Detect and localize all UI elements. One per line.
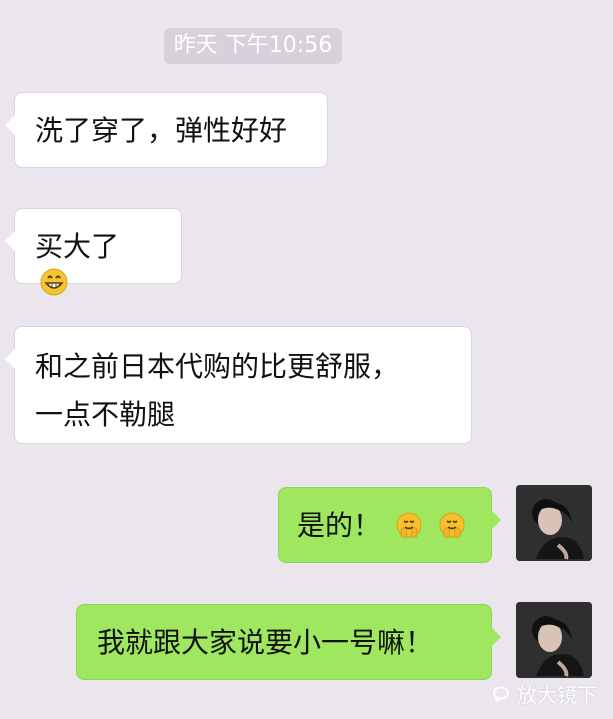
message-text: 洗了穿了，弹性好好 [35, 114, 288, 147]
avatar[interactable] [516, 485, 592, 561]
message-bubble-incoming[interactable]: 和之前日本代购的比更舒服， 一点不勒腿 [5, 326, 472, 444]
avatar[interactable] [516, 602, 592, 678]
message-bubble-outgoing[interactable]: 是的！ [278, 487, 501, 563]
chat-bubble-icon [493, 686, 509, 702]
user-avatar-icon [516, 485, 592, 561]
message-text: 是的！ [297, 509, 382, 542]
message-bubble-incoming[interactable]: 洗了穿了，弹性好好 [5, 92, 328, 168]
message-text-line-2: 一点不勒腿 [35, 398, 176, 431]
facepalm-emoji-icon [439, 512, 465, 538]
message-bubble-incoming[interactable]: 买大了 [5, 208, 182, 296]
message-text-line-1: 和之前日本代购的比更舒服， [35, 350, 400, 383]
grinning-face-emoji-icon [40, 268, 68, 296]
timestamp-pill: 昨天 下午10:56 [164, 28, 342, 64]
watermark: 放大镜下 [493, 679, 597, 708]
facepalm-emoji-icon [396, 512, 422, 538]
watermark-text: 放大镜下 [517, 683, 597, 707]
message-bubble-outgoing[interactable]: 我就跟大家说要小一号嘛！ [76, 604, 501, 680]
message-text: 我就跟大家说要小一号嘛！ [97, 626, 434, 659]
message-text: 买大了 [35, 230, 120, 263]
user-avatar-icon [516, 602, 592, 678]
timestamp-text: 昨天 下午10:56 [173, 33, 333, 58]
